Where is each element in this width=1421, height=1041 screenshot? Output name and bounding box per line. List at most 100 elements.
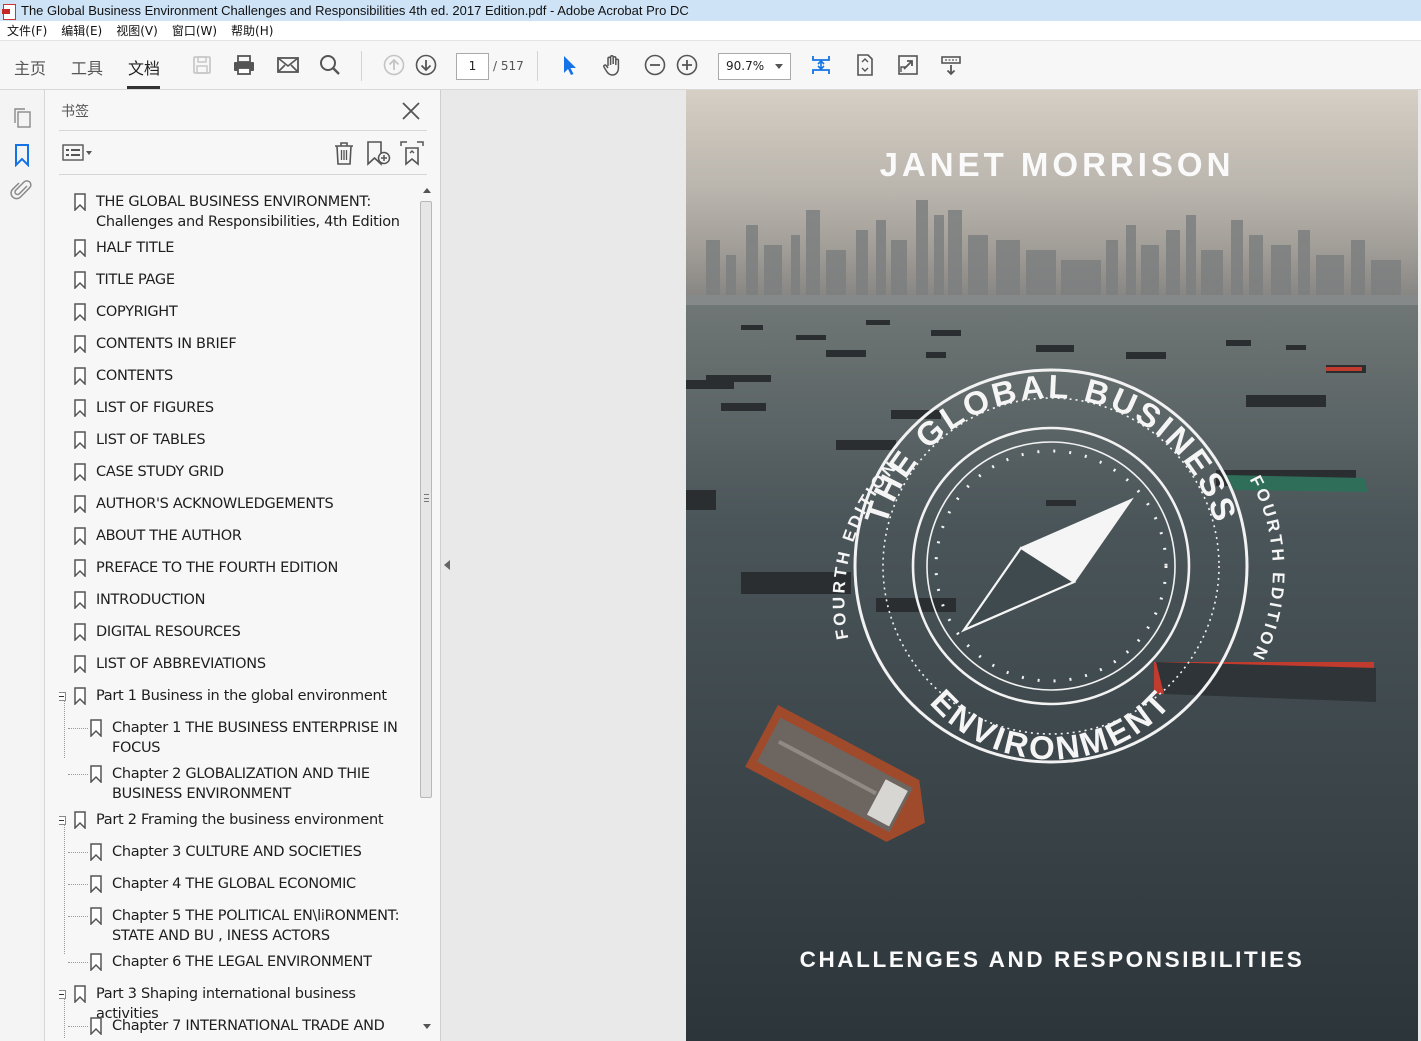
bookmark-icon <box>74 335 86 353</box>
menu-help[interactable]: 帮助(H) <box>224 22 280 39</box>
email-icon[interactable] <box>274 51 302 79</box>
page-number-input[interactable]: 1 <box>456 53 489 80</box>
bookmark-label[interactable]: Chapter 7 INTERNATIONAL TRADE AND <box>112 1016 415 1036</box>
bookmark-label-line: LIST OF FIGURES <box>96 400 214 416</box>
bookmark-label-line: Chapter 1 THE BUSINESS ENTERPRISE IN <box>112 720 398 736</box>
expand-bookmark-icon[interactable] <box>399 140 425 166</box>
bookmark-icon <box>74 463 86 481</box>
bookmark-label-line: CONTENTS IN BRIEF <box>96 336 237 352</box>
bookmark-label-line: CASE STUDY GRID <box>96 464 224 480</box>
bookmark-icon <box>74 811 86 829</box>
attachments-icon[interactable] <box>10 178 34 202</box>
tree-connector <box>68 852 88 853</box>
bookmark-label[interactable]: TITLE PAGE <box>96 270 415 290</box>
bookmark-label[interactable]: HALF TITLE <box>96 238 415 258</box>
bookmark-label-line: LIST OF TABLES <box>96 432 206 448</box>
new-bookmark-icon[interactable] <box>365 140 391 166</box>
bookmark-label[interactable]: Chapter 4 THE GLOBAL ECONOMIC <box>112 874 415 894</box>
fit-page-icon[interactable] <box>851 51 879 79</box>
menu-bar: 文件(F) 编辑(E) 视图(V) 窗口(W) 帮助(H) <box>0 21 1421 41</box>
menu-view[interactable]: 视图(V) <box>109 22 165 39</box>
bookmark-label-line: INTRODUCTION <box>96 592 206 608</box>
zoom-level-select[interactable]: 90.7% <box>718 53 791 80</box>
document-view[interactable]: THE GLOBAL BUSINESS ENVIRONMENT FOURTH E… <box>441 90 1421 1041</box>
bookmark-label[interactable]: Chapter 1 THE BUSINESS ENTERPRISE IN FOCU… <box>112 718 415 758</box>
tab-tools[interactable]: 工具 <box>71 55 103 79</box>
full-screen-icon[interactable] <box>894 51 922 79</box>
bookmark-label[interactable]: AUTHOR'S ACKNOWLEDGEMENTS <box>96 494 415 514</box>
bookmark-icon <box>74 985 86 1003</box>
zoom-level-value: 90.7% <box>726 59 765 73</box>
bookmark-label[interactable]: Part 2 Framing the business environment <box>96 810 415 830</box>
select-cursor-icon[interactable] <box>555 51 583 79</box>
bookmark-label[interactable]: Chapter 2 GLOBALIZATION AND THIE BUSINESS… <box>112 764 415 804</box>
collapse-panel-icon[interactable] <box>444 560 450 570</box>
previous-page-icon[interactable] <box>380 51 408 79</box>
next-page-icon[interactable] <box>412 51 440 79</box>
bookmark-icon <box>90 1017 102 1035</box>
bookmark-label[interactable]: Chapter 5 THE POLITICAL EN\liRONMENT: STA… <box>112 906 415 946</box>
bookmark-label[interactable]: LIST OF ABBREVIATIONS <box>96 654 415 674</box>
bookmarks-icon[interactable] <box>10 143 34 168</box>
page-total: / 517 <box>493 59 524 73</box>
delete-bookmark-icon[interactable] <box>331 140 357 166</box>
tree-connector <box>68 728 88 729</box>
options-menu-button[interactable] <box>62 143 96 163</box>
close-icon[interactable] <box>400 100 422 122</box>
menu-window[interactable]: 窗口(W) <box>165 22 224 39</box>
zoom-in-icon[interactable] <box>673 51 701 79</box>
bookmark-label[interactable]: CONTENTS IN BRIEF <box>96 334 415 354</box>
divider <box>59 174 427 175</box>
menu-file[interactable]: 文件(F) <box>0 22 54 39</box>
bookmark-icon <box>90 907 102 925</box>
tree-connector <box>68 1026 88 1027</box>
bookmark-icon <box>74 559 86 577</box>
bookmark-icon <box>74 399 86 417</box>
save-icon[interactable] <box>188 51 216 79</box>
scrollbar-thumb[interactable] <box>420 201 432 798</box>
bookmark-label[interactable]: COPYRIGHT <box>96 302 415 322</box>
bookmark-label[interactable]: LIST OF FIGURES <box>96 398 415 418</box>
bookmark-label-line: DIGITAL RESOURCES <box>96 624 241 640</box>
bookmark-icon <box>74 239 86 257</box>
zoom-out-icon[interactable] <box>641 51 669 79</box>
bookmark-label[interactable]: ABOUT THE AUTHOR <box>96 526 415 546</box>
tab-home[interactable]: 主页 <box>14 55 46 79</box>
bookmark-label[interactable]: CASE STUDY GRID <box>96 462 415 482</box>
scroll-down-arrow[interactable] <box>423 1024 431 1029</box>
bookmark-label[interactable]: DIGITAL RESOURCES <box>96 622 415 642</box>
tree-connector <box>68 962 88 963</box>
search-icon[interactable] <box>316 51 344 79</box>
tree-connector <box>64 700 65 758</box>
bookmark-label[interactable]: INTRODUCTION <box>96 590 415 610</box>
cover-illustration: THE GLOBAL BUSINESS ENVIRONMENT FOURTH E… <box>686 90 1418 1041</box>
hand-tool-icon[interactable] <box>598 51 626 79</box>
bookmark-label[interactable]: CONTENTS <box>96 366 415 386</box>
window-title: The Global Business Environment Challeng… <box>21 3 689 18</box>
bookmark-icon <box>90 843 102 861</box>
toolbar-separator <box>361 51 362 81</box>
print-icon[interactable] <box>230 51 258 79</box>
bookmark-label-line: CONTENTS <box>96 368 173 384</box>
scroll-mode-icon[interactable] <box>807 51 835 79</box>
bookmark-icon <box>74 655 86 673</box>
bookmark-label[interactable]: THE GLOBAL BUSINESS ENVIRONMENT: Challeng… <box>96 192 415 232</box>
tab-document[interactable]: 文档 <box>128 55 160 79</box>
title-bar: The Global Business Environment Challeng… <box>0 0 1421 21</box>
page-thumbnails-icon[interactable] <box>10 106 34 130</box>
scroll-up-arrow[interactable] <box>423 188 431 193</box>
bookmarks-panel: 书签 THE GLOBAL BUSINESS ENVIRONMENT: Chall… <box>45 90 441 1041</box>
bookmark-label[interactable]: LIST OF TABLES <box>96 430 415 450</box>
menu-edit[interactable]: 编辑(E) <box>54 22 109 39</box>
book-cover-page: THE GLOBAL BUSINESS ENVIRONMENT FOURTH E… <box>686 90 1418 1041</box>
bookmark-scrollbar[interactable] <box>420 185 434 1032</box>
bookmark-label-line: Chapter 2 GLOBALIZATION AND THIE <box>112 766 370 782</box>
bookmark-label[interactable]: Part 1 Business in the global environmen… <box>96 686 415 706</box>
bookmark-label[interactable]: Chapter 3 CULTURE AND SOCIETIES <box>112 842 415 862</box>
bookmark-label[interactable]: PREFACE TO THE FOURTH EDITION <box>96 558 415 578</box>
bookmark-label-line: BUSINESS ENVIRONMENT <box>112 786 291 802</box>
bookmark-label-line: LIST OF ABBREVIATIONS <box>96 656 266 672</box>
bookmark-label[interactable]: Chapter 6 THE LEGAL ENVIRONMENT <box>112 952 415 972</box>
bookmark-label-line: PREFACE TO THE FOURTH EDITION <box>96 560 339 576</box>
read-mode-icon[interactable] <box>937 51 965 79</box>
